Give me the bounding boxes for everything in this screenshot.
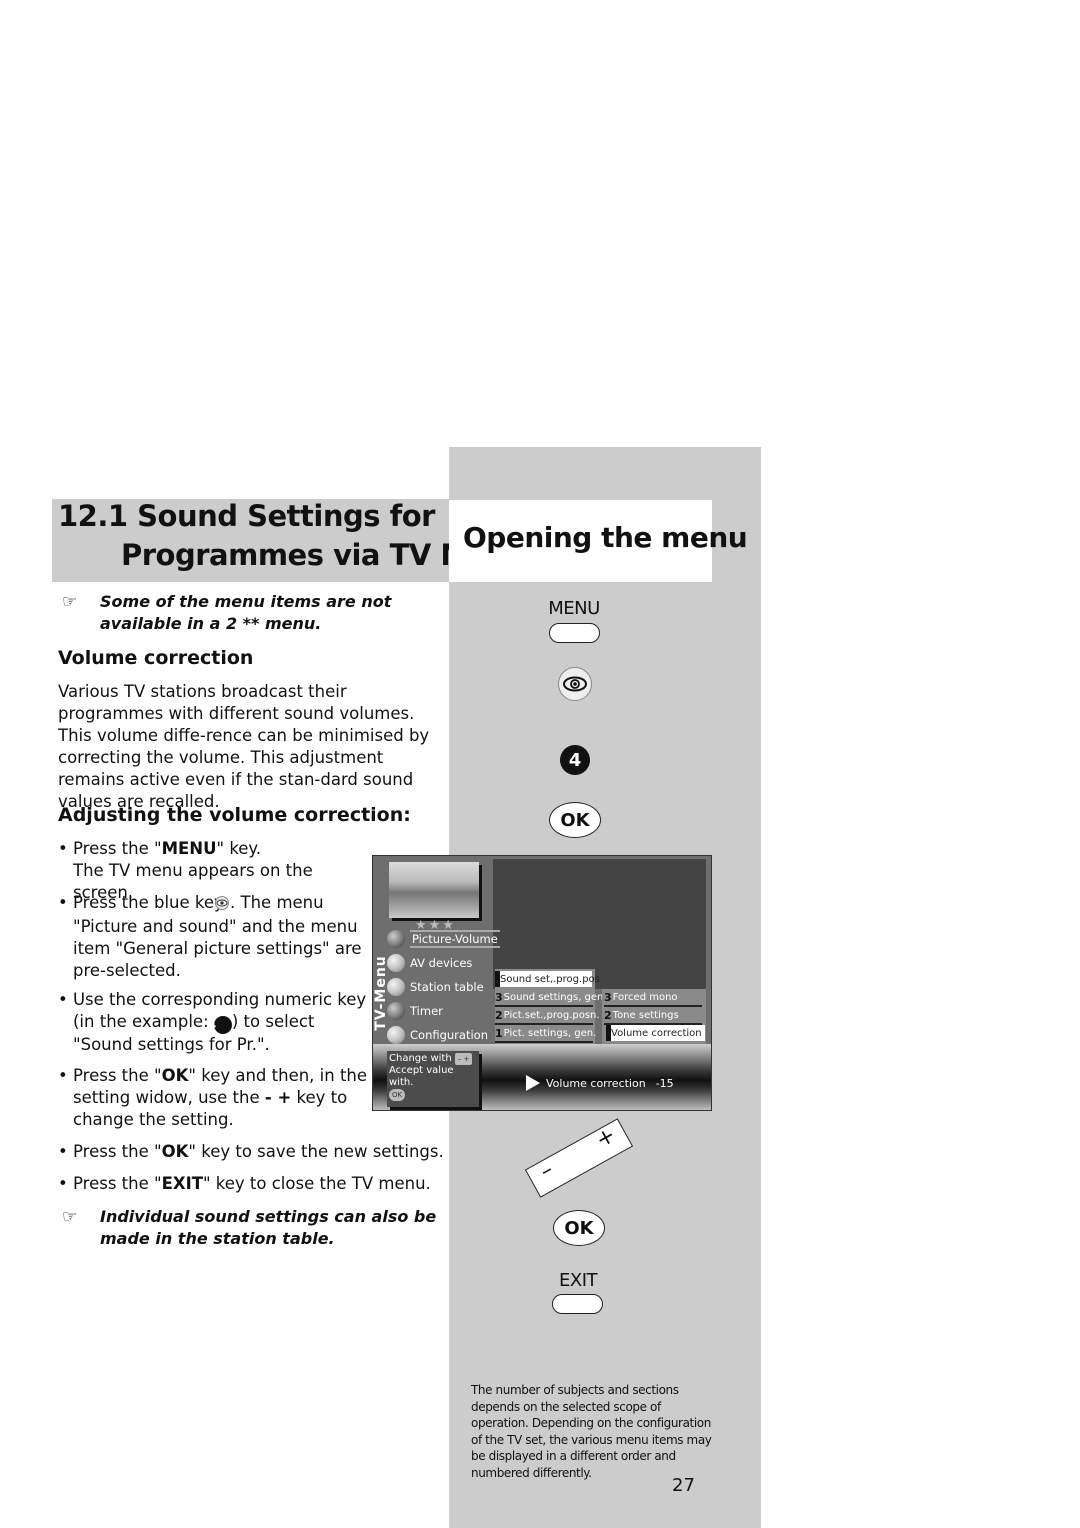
key-name: EXIT bbox=[161, 1174, 203, 1193]
submenu-item-pict-settings-gen[interactable]: 1 Pict. settings, gen. bbox=[495, 1025, 596, 1043]
step-3: • Use the corresponding numeric key (in … bbox=[58, 990, 367, 1054]
number-key-4[interactable]: 4 bbox=[560, 745, 590, 775]
help-accept-text: Accept value with. bbox=[389, 1065, 454, 1088]
tv-screen: ★★★ TV-Menu Picture-Volume AV devices St… bbox=[372, 855, 712, 1111]
submenu-item-label: Sound set,.prog.pos bbox=[500, 973, 600, 985]
section-title-volume-correction: Volume correction bbox=[58, 647, 254, 669]
side-heading: Opening the menu bbox=[463, 521, 748, 554]
step-6: • Press the "EXIT" key to close the TV m… bbox=[58, 1174, 431, 1193]
menu-key-label: MENU bbox=[548, 598, 600, 619]
subsubmenu-item-volume-correction[interactable]: Volume correction bbox=[606, 1025, 705, 1041]
tv-help-box: Change with – + Accept value with. OK bbox=[387, 1051, 479, 1107]
ok-key-2[interactable]: OK bbox=[553, 1210, 605, 1246]
step-text: " key to close the TV menu. bbox=[202, 1174, 431, 1193]
value-number: -15 bbox=[655, 1076, 674, 1090]
step-text: Press the " bbox=[72, 1142, 162, 1161]
subsubmenu-item-forced-mono[interactable]: 3 Forced mono bbox=[604, 989, 702, 1007]
volume-correction-readout: Volume correction -15 bbox=[526, 1075, 674, 1091]
note-top-text: Some of the menu items are not available… bbox=[100, 592, 392, 633]
section-paragraph: Various TV stations broadcast their prog… bbox=[58, 682, 430, 811]
minus-plus-key-icon: – + bbox=[454, 1053, 473, 1065]
menu-key[interactable] bbox=[549, 623, 600, 643]
tv-menu-item-configuration[interactable]: Configuration bbox=[387, 1024, 488, 1046]
tv-menu-item-station-table[interactable]: Station table bbox=[387, 976, 484, 998]
pointing-hand-icon: ☞ bbox=[62, 1207, 78, 1227]
tv-menu-item-av-devices[interactable]: AV devices bbox=[387, 952, 472, 974]
note-top: ☞ Some of the menu items are not availab… bbox=[62, 591, 442, 635]
step-4: • Press the "OK" key and then, in the se… bbox=[58, 1066, 368, 1129]
tv-menu-item-timer[interactable]: Timer bbox=[387, 1000, 443, 1022]
tv-menu-side-title: TV-Menu bbox=[373, 941, 389, 1051]
page-number: 27 bbox=[672, 1475, 695, 1496]
station-thumbnail bbox=[389, 862, 479, 918]
step-2: • Press the blue key . The menu "Picture… bbox=[58, 893, 362, 980]
tv-menu-item-label: Configuration bbox=[410, 1028, 488, 1042]
submenu-item-label: Forced mono bbox=[612, 991, 678, 1003]
tv-menu-item-picture-volume[interactable]: Picture-Volume bbox=[387, 928, 500, 950]
step-text: Press the " bbox=[72, 839, 162, 858]
pointing-hand-icon: ☞ bbox=[62, 592, 78, 612]
tv-menu-item-label: Station table bbox=[410, 980, 484, 994]
exit-key[interactable] bbox=[552, 1294, 603, 1314]
submenu-item-label: Tone settings bbox=[612, 1009, 679, 1021]
submenu-item-sound-set-prog[interactable]: Sound set,.prog.pos bbox=[495, 971, 600, 987]
section-title-adjusting: Adjusting the volume correction: bbox=[58, 804, 411, 826]
submenu-item-number: 3 bbox=[604, 990, 612, 1004]
help-change-text: Change with bbox=[389, 1053, 452, 1064]
submenu-item-label: Pict. settings, gen. bbox=[503, 1027, 597, 1039]
step-text: Press the blue key bbox=[72, 893, 230, 912]
submenu-item-label: Volume correction bbox=[611, 1027, 702, 1039]
submenu-item-sound-settings-gen[interactable]: 3 Sound settings, gen. bbox=[495, 989, 607, 1007]
note-bottom-text: Individual sound settings can also be ma… bbox=[100, 1207, 437, 1248]
menu-ball-icon bbox=[387, 1002, 405, 1020]
key-name: OK bbox=[161, 1066, 189, 1085]
submenu-item-number: 2 bbox=[495, 1008, 503, 1022]
step-5: • Press the "OK" key to save the new set… bbox=[58, 1142, 444, 1161]
step-text: Press the " bbox=[72, 1174, 162, 1193]
submenu-item-number: 1 bbox=[495, 1026, 503, 1040]
page-title-line-1: 12.1 Sound Settings for bbox=[58, 499, 435, 533]
key-name: OK bbox=[161, 1142, 189, 1161]
menu-ball-icon bbox=[387, 1026, 405, 1044]
menu-ball-icon bbox=[387, 930, 405, 948]
subsubmenu-item-tone-settings[interactable]: 2 Tone settings bbox=[604, 1007, 702, 1025]
submenu-item-pict-set-prog[interactable]: 2 Pict.set.,prog.posn. bbox=[495, 1007, 600, 1025]
play-arrow-icon bbox=[526, 1075, 540, 1091]
minus-icon: – bbox=[535, 1157, 558, 1185]
tv-menu-item-label: Picture-Volume bbox=[410, 930, 500, 948]
submenu-item-label: Pict.set.,prog.posn. bbox=[503, 1009, 600, 1021]
eye-key[interactable] bbox=[558, 667, 592, 701]
submenu-item-label: Sound settings, gen. bbox=[503, 991, 607, 1003]
ok-key-icon: OK bbox=[389, 1089, 406, 1101]
key-name: MENU bbox=[161, 839, 217, 858]
submenu-item-number: 3 bbox=[495, 990, 503, 1004]
step-text: " key to save the new settings. bbox=[188, 1142, 444, 1161]
step-text: Press the " bbox=[72, 1066, 162, 1085]
footnote: The number of subjects and sections depe… bbox=[471, 1383, 712, 1480]
submenu-item-number: 2 bbox=[604, 1008, 612, 1022]
menu-ball-icon bbox=[387, 978, 405, 996]
ok-key[interactable]: OK bbox=[549, 802, 601, 838]
menu-ball-icon bbox=[387, 954, 405, 972]
eye-icon bbox=[563, 676, 587, 692]
number-key-icon: 4 bbox=[208, 1016, 232, 1034]
tv-menu-item-label: Timer bbox=[410, 1004, 443, 1018]
note-bottom: ☞ Individual sound settings can also be … bbox=[62, 1206, 447, 1250]
tv-menu-item-label: AV devices bbox=[410, 956, 473, 970]
exit-key-label: EXIT bbox=[558, 1270, 598, 1291]
value-label: Volume correction bbox=[546, 1076, 646, 1090]
key-name: - + bbox=[264, 1088, 292, 1107]
step-text: " key. bbox=[216, 839, 262, 858]
